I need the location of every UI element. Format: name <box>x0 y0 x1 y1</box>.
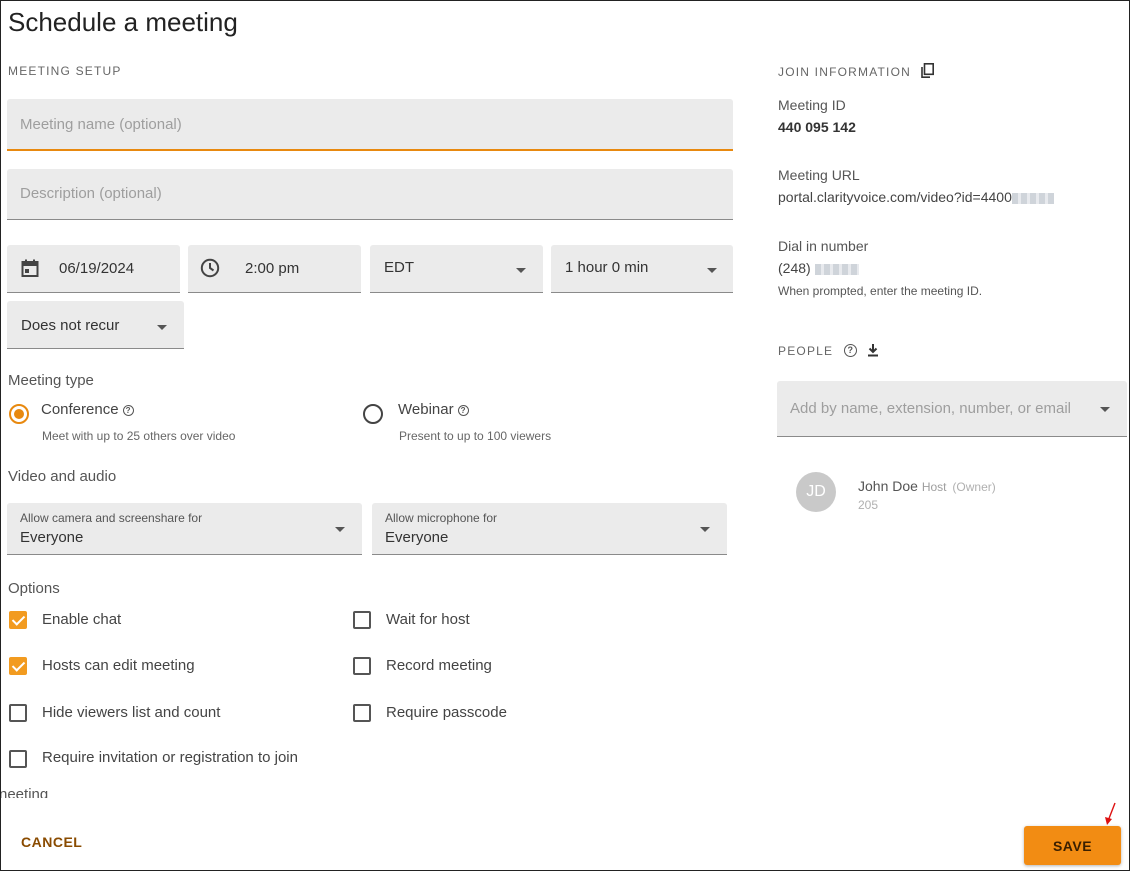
meeting-name-placeholder: Meeting name (optional) <box>20 116 182 133</box>
require-invitation-checkbox[interactable] <box>9 750 27 768</box>
require-passcode-checkbox[interactable] <box>353 704 371 722</box>
meeting-url-label: Meeting URL <box>778 167 860 183</box>
microphone-permission-value: Everyone <box>385 529 449 546</box>
recurrence-select[interactable]: Does not recur <box>7 301 184 349</box>
webinar-radio[interactable] <box>363 404 383 424</box>
conference-radio[interactable] <box>9 404 29 424</box>
hide-viewers-checkbox[interactable] <box>9 704 27 722</box>
record-meeting-checkbox[interactable] <box>353 657 371 675</box>
person-owner-tag: (Owner) <box>952 480 996 494</box>
camera-permission-select[interactable]: Allow camera and screenshare for Everyon… <box>7 503 362 555</box>
download-icon[interactable] <box>867 343 879 362</box>
save-button[interactable]: SAVE <box>1024 826 1121 865</box>
dial-in-prefix: (248) <box>778 260 811 276</box>
date-value: 06/19/2024 <box>59 260 135 277</box>
copy-icon[interactable] <box>921 63 935 83</box>
timezone-value: EDT <box>384 259 414 276</box>
description-field[interactable]: Description (optional) <box>7 169 733 220</box>
chevron-down-icon <box>516 268 526 273</box>
time-picker[interactable]: 2:00 pm <box>188 245 361 293</box>
hosts-can-edit-checkbox[interactable] <box>9 657 27 675</box>
avatar: JD <box>796 472 836 512</box>
conference-sub: Meet with up to 25 others over video <box>42 429 236 443</box>
chevron-down-icon <box>700 527 710 532</box>
microphone-permission-label: Allow microphone for <box>385 511 498 525</box>
require-passcode-label[interactable]: Require passcode <box>386 704 507 721</box>
conference-label: Conference <box>41 401 119 418</box>
description-placeholder: Description (optional) <box>20 185 162 202</box>
meeting-url-value: portal.clarityvoice.com/video?id=4400 <box>778 189 1054 205</box>
camera-permission-value: Everyone <box>20 529 84 546</box>
meeting-setup-caption: MEETING SETUP <box>8 64 122 78</box>
duration-value: 1 hour 0 min <box>565 259 649 276</box>
date-picker[interactable]: 06/19/2024 <box>7 245 180 293</box>
meeting-name-field[interactable]: Meeting name (optional) <box>7 99 733 151</box>
add-people-select[interactable]: Add by name, extension, number, or email <box>777 381 1127 437</box>
person-row: John Doe Host (Owner) <box>858 478 996 494</box>
redacted-mark <box>1011 192 1054 204</box>
options-label: Options <box>8 580 60 597</box>
help-icon[interactable]: ? <box>843 344 857 358</box>
schedule-meeting-dialog: Schedule a meeting MEETING SETUP Meeting… <box>0 0 1130 871</box>
join-info-header: JOIN INFORMATION <box>778 63 935 83</box>
recurrence-value: Does not recur <box>21 317 120 334</box>
record-meeting-label[interactable]: Record meeting <box>386 657 492 674</box>
join-info-caption: JOIN INFORMATION <box>778 65 911 79</box>
chevron-down-icon <box>335 527 345 532</box>
dial-in-label: Dial in number <box>778 238 869 254</box>
hide-viewers-label[interactable]: Hide viewers list and count <box>42 704 220 721</box>
enable-chat-checkbox[interactable] <box>9 611 27 629</box>
wait-for-host-label[interactable]: Wait for host <box>386 611 470 628</box>
timezone-select[interactable]: EDT <box>370 245 543 293</box>
calendar-icon <box>21 259 39 277</box>
microphone-permission-select[interactable]: Allow microphone for Everyone <box>372 503 727 555</box>
time-value: 2:00 pm <box>245 260 300 277</box>
webinar-sub: Present to up to 100 viewers <box>399 429 552 443</box>
people-header: PEOPLE ? <box>778 342 879 362</box>
chevron-down-icon <box>1100 407 1110 412</box>
meeting-id-label: Meeting ID <box>778 97 846 113</box>
require-invitation-label[interactable]: Require invitation or registration to jo… <box>42 749 298 766</box>
dial-in-note: When prompted, enter the meeting ID. <box>778 284 983 298</box>
clock-icon <box>200 258 220 278</box>
meeting-url-text: portal.clarityvoice.com/video?id=4400 <box>778 189 1012 205</box>
chevron-down-icon <box>157 325 167 330</box>
help-icon[interactable]: ? <box>457 404 469 416</box>
cancel-button[interactable]: CANCEL <box>21 834 82 850</box>
wait-for-host-checkbox[interactable] <box>353 611 371 629</box>
people-caption: PEOPLE <box>778 344 834 358</box>
annotation-arrow <box>1105 802 1116 825</box>
enable-chat-label[interactable]: Enable chat <box>42 611 121 628</box>
person-name: John Doe <box>858 478 918 494</box>
person-extension: 205 <box>858 498 879 512</box>
hosts-can-edit-label[interactable]: Hosts can edit meeting <box>42 657 195 674</box>
redacted-mark <box>814 263 859 275</box>
dial-in-value: (248) <box>778 260 859 276</box>
webinar-option[interactable]: Webinar? <box>398 401 469 418</box>
page-title: Schedule a meeting <box>8 7 238 37</box>
duration-select[interactable]: 1 hour 0 min <box>551 245 733 293</box>
video-audio-label: Video and audio <box>8 468 117 485</box>
conference-option[interactable]: Conference? <box>41 401 134 418</box>
camera-permission-label: Allow camera and screenshare for <box>20 511 203 525</box>
add-people-placeholder: Add by name, extension, number, or email <box>790 400 1071 417</box>
meeting-type-label: Meeting type <box>8 372 94 389</box>
webinar-label: Webinar <box>398 401 454 418</box>
cutoff-section-label: neeting <box>0 786 49 798</box>
meeting-id-value: 440 095 142 <box>778 119 856 135</box>
chevron-down-icon <box>707 268 717 273</box>
person-role: Host <box>921 480 947 494</box>
help-icon[interactable]: ? <box>122 404 134 416</box>
